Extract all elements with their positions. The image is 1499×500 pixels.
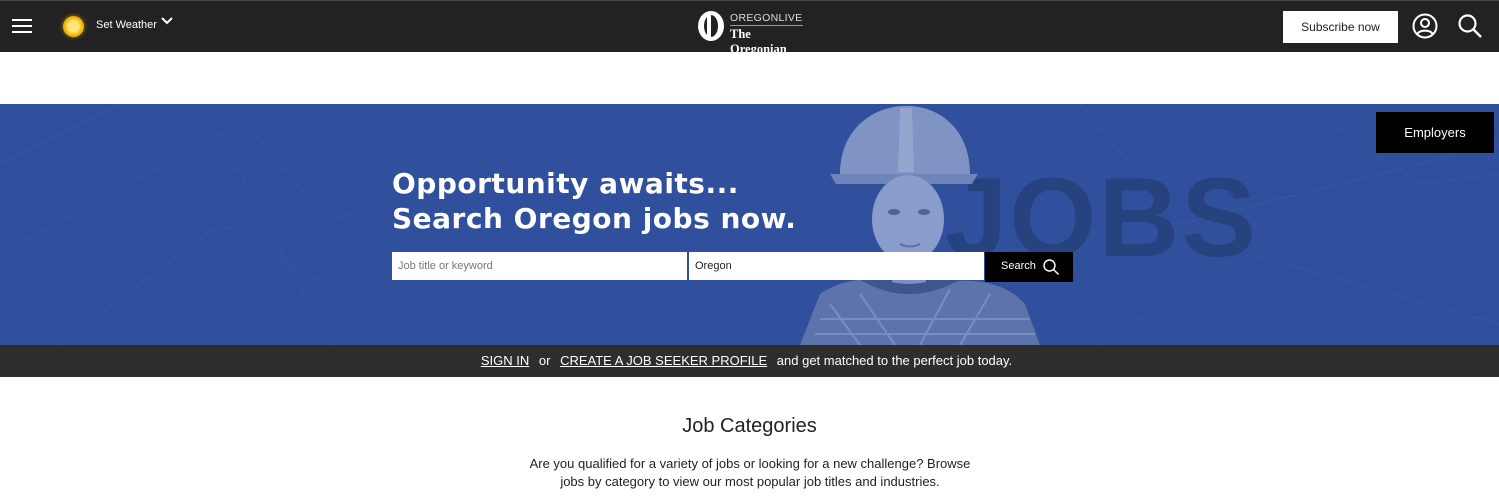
employers-button[interactable]: Employers	[1376, 112, 1494, 153]
set-weather-link[interactable]: Set Weather	[96, 19, 157, 31]
signin-tail-text: and get matched to the perfect job today…	[776, 353, 1013, 368]
hamburger-menu-icon[interactable]	[12, 19, 32, 35]
job-categories-description: Are you qualified for a variety of jobs …	[529, 456, 971, 489]
subscribe-button[interactable]: Subscribe now	[1283, 11, 1398, 43]
oregonian-logo[interactable]: OREGONLIVE The Oregonian	[697, 9, 807, 56]
logo-oregonlive-text: OREGONLIVE	[730, 12, 803, 24]
signin-prompt-bar: SIGN IN or CREATE A JOB SEEKER PROFILE a…	[0, 345, 1499, 377]
job-search-button-label: Search	[1001, 260, 1036, 272]
hero-heading-line1: Opportunity awaits...	[392, 167, 739, 200]
worker-photo	[800, 105, 1040, 345]
logo-divider	[730, 25, 803, 26]
job-location-input[interactable]	[689, 252, 984, 280]
user-account-icon[interactable]	[1412, 13, 1438, 39]
create-profile-link[interactable]: CREATE A JOB SEEKER PROFILE	[560, 353, 767, 368]
or-text: or	[538, 353, 551, 368]
jobs-hero-banner: JOBS Employers Opportunity awaits... Sea…	[0, 104, 1499, 345]
job-keyword-input[interactable]	[392, 252, 687, 280]
job-search-button[interactable]: Search	[985, 252, 1073, 282]
job-categories-heading: Job Categories	[682, 415, 817, 437]
oregonian-o-icon	[698, 11, 724, 41]
search-icon	[1043, 259, 1060, 276]
hero-heading-line2: Search Oregon jobs now.	[392, 202, 797, 235]
logo-oregonian-text: The Oregonian	[730, 27, 787, 56]
sign-in-link[interactable]: SIGN IN	[481, 353, 529, 368]
chevron-down-icon[interactable]	[160, 14, 174, 28]
sun-weather-icon[interactable]	[63, 16, 84, 37]
search-icon[interactable]	[1457, 13, 1483, 39]
top-navigation-bar: Set Weather OREGONLIVE The Oregonian Sub…	[0, 0, 1499, 56]
hero-heading: Opportunity awaits... Search Oregon jobs…	[392, 166, 796, 236]
